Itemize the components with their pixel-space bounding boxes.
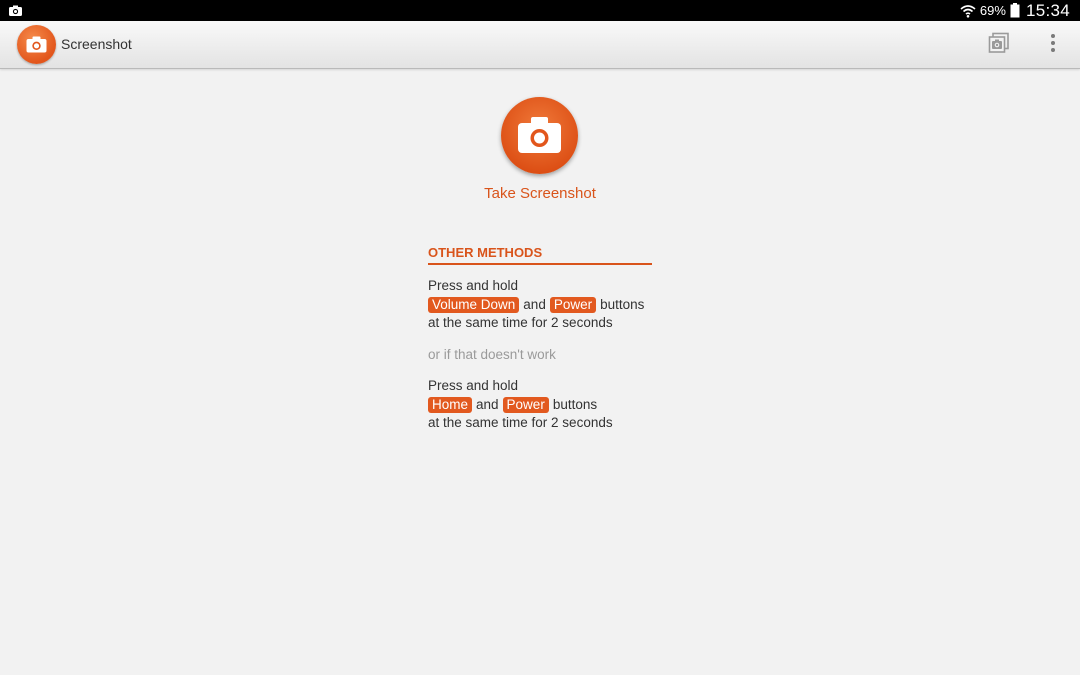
overflow-menu-icon xyxy=(1050,33,1056,58)
power-key-badge: Power xyxy=(502,396,549,413)
battery-icon xyxy=(1010,3,1020,18)
section-title: OTHER METHODS xyxy=(428,245,652,265)
action-bar: Screenshot xyxy=(0,21,1080,69)
method1-line3: at the same time for 2 seconds xyxy=(428,315,613,330)
take-screenshot-label[interactable]: Take Screenshot xyxy=(440,185,640,202)
other-methods: OTHER METHODS Press and hold Volume Down… xyxy=(428,245,652,433)
home-key-badge: Home xyxy=(428,396,473,413)
buttons-text: buttons xyxy=(552,396,598,412)
clock: 15:34 xyxy=(1025,0,1070,20)
volume-down-key-badge: Volume Down xyxy=(428,296,520,313)
method2-line2: Home and Power buttons xyxy=(428,396,652,415)
method1-line1: Press and hold xyxy=(428,278,519,293)
status-bar: 69% 15:34 xyxy=(0,0,1080,21)
buttons-text: buttons xyxy=(600,296,645,312)
app-title: Screenshot xyxy=(61,36,132,52)
overflow-menu-button[interactable] xyxy=(1037,29,1069,61)
screenshot-gallery-icon xyxy=(988,32,1010,59)
wifi-icon xyxy=(960,4,976,18)
and-text: and xyxy=(476,396,499,412)
take-screenshot-button[interactable] xyxy=(501,97,578,174)
camera-icon xyxy=(518,117,561,153)
main-content: Take Screenshot OTHER METHODS Press and … xyxy=(0,69,1080,675)
and-text: and xyxy=(523,296,546,312)
app-camera-icon[interactable] xyxy=(17,25,56,64)
battery-percent: 69% xyxy=(979,3,1006,18)
screenshot-gallery-button[interactable] xyxy=(983,29,1015,61)
method2-line3: at the same time for 2 seconds xyxy=(428,415,613,430)
camera-notification-icon xyxy=(8,3,23,18)
method2-line1: Press and hold xyxy=(428,378,519,393)
power-key-badge: Power xyxy=(549,296,597,313)
fallback-separator: or if that doesn't work xyxy=(428,346,556,362)
method1-line2: Volume Down and Power buttons xyxy=(428,296,652,315)
